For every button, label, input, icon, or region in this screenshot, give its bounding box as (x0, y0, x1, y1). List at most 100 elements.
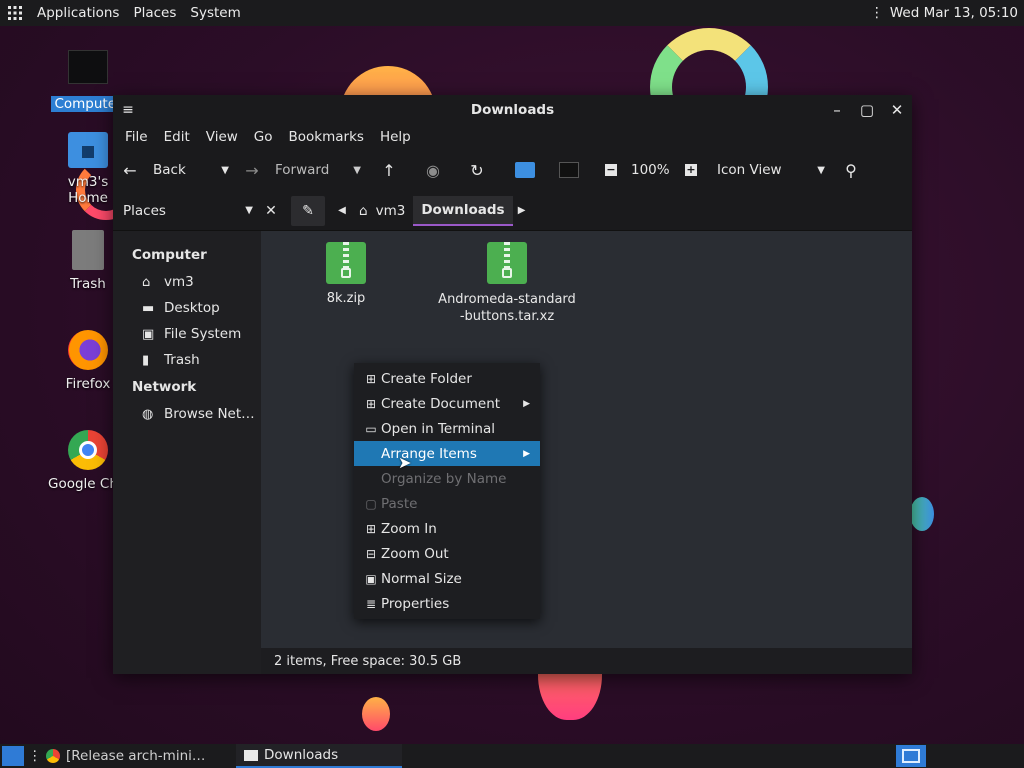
taskbar: ⋮ [Release arch-mini… Downloads (0, 744, 1024, 768)
places-menu[interactable]: Places (126, 0, 183, 26)
back-label: Back (153, 162, 186, 178)
task-label: [Release arch-mini… (66, 748, 206, 764)
app-grid-icon[interactable] (0, 0, 30, 26)
menu-item-create-document[interactable]: ⊞ Create Document ▶ (354, 391, 540, 416)
file-item[interactable]: 8k.zip (306, 242, 386, 306)
task-label: Downloads (264, 747, 339, 763)
chevron-down-icon: ▼ (817, 164, 825, 176)
menu-item-label: Zoom Out (381, 545, 449, 562)
crumb-label: Downloads (421, 201, 505, 218)
zip-archive-icon (487, 242, 527, 284)
crumb-downloads[interactable]: Downloads (413, 195, 513, 226)
menu-item-open-terminal[interactable]: ▭ Open in Terminal (354, 416, 540, 441)
menu-item-label: Create Folder (381, 370, 472, 387)
menu-help[interactable]: Help (372, 129, 419, 145)
firefox-icon (68, 330, 108, 370)
sidebar-item-browse-network[interactable]: ◍ Browse Net… (113, 401, 261, 427)
zoom-in-button[interactable]: + (671, 154, 711, 186)
edit-location-button[interactable]: ✎ (291, 195, 325, 226)
show-desktop-button[interactable] (2, 746, 24, 766)
home-folder-icon (68, 132, 108, 168)
task-chrome[interactable]: [Release arch-mini… (38, 744, 236, 768)
sidebar-heading-computer: Computer (132, 247, 207, 263)
menu-view[interactable]: View (198, 129, 246, 145)
menu-item-zoom-out[interactable]: ⊟ Zoom Out (354, 541, 540, 566)
menu-item-label: Create Document (381, 395, 501, 412)
sidebar-item-vm3[interactable]: ⌂ vm3 (113, 269, 261, 295)
crumb-left-icon[interactable]: ◀ (333, 205, 351, 216)
crumb-label: vm3 (375, 202, 406, 219)
chevron-down-icon: ▼ (245, 205, 253, 216)
home-icon: ⌂ (142, 274, 151, 290)
trash-icon (72, 230, 104, 270)
minimize-icon[interactable]: – (822, 101, 852, 119)
status-bar: 2 items, Free space: 30.5 GB (261, 648, 912, 674)
chrome-icon (68, 430, 108, 470)
folder-icon (244, 749, 258, 761)
taskbar-kebab-icon[interactable]: ⋮ (28, 748, 42, 764)
clock[interactable]: Wed Mar 13, 05:10 (890, 5, 1024, 21)
normal-size-icon: ▣ (365, 571, 377, 586)
properties-icon: ≣ (365, 596, 377, 611)
menu-item-label: Open in Terminal (381, 420, 495, 437)
zoom-in-icon: ⊞ (365, 521, 377, 536)
menu-go[interactable]: Go (246, 129, 281, 145)
system-menu[interactable]: System (183, 0, 247, 26)
sidebar-item-trash[interactable]: ▮ Trash (113, 347, 261, 373)
search-button[interactable]: ⚲ (831, 154, 871, 186)
sidebar-item-desktop[interactable]: ▬ Desktop (113, 295, 261, 321)
file-name: Andromeda-standard-buttons.tar.xz (438, 292, 576, 324)
menu-item-properties[interactable]: ≣ Properties (354, 591, 540, 616)
forward-arrow-icon: → (245, 160, 259, 180)
applications-menu[interactable]: Applications (30, 0, 126, 26)
crumb-right-icon[interactable]: ▶ (513, 205, 531, 216)
top-panel: Applications Places System ⋮ Wed Mar 13,… (0, 0, 1024, 26)
location-bar: Places ▼ ✕ ✎ ◀ ⌂ vm3 Downloads ▶ (113, 191, 912, 231)
stop-button[interactable]: ◉ (411, 154, 455, 186)
title-bar[interactable]: ≡ Downloads – ▢ ✕ (113, 95, 912, 125)
menu-item-label: Zoom In (381, 520, 437, 537)
computer-button[interactable] (547, 154, 591, 186)
close-icon[interactable]: ✕ (261, 203, 281, 219)
add-folder-icon: ⊞ (365, 371, 377, 386)
wallpaper-shape (910, 497, 934, 531)
menu-bar: File Edit View Go Bookmarks Help (113, 125, 912, 149)
menu-edit[interactable]: Edit (156, 129, 198, 145)
home-folder-icon (515, 162, 535, 178)
back-button[interactable]: ← Back ▼ (113, 154, 235, 186)
zoom-out-icon: ⊟ (365, 546, 377, 561)
close-icon[interactable]: ✕ (882, 101, 912, 119)
menu-item-zoom-in[interactable]: ⊞ Zoom In (354, 516, 540, 541)
menu-item-normal-size[interactable]: ▣ Normal Size (354, 566, 540, 591)
panel-kebab-icon[interactable]: ⋮ (864, 5, 890, 21)
zoom-out-button[interactable]: − (591, 154, 631, 186)
menu-item-arrange-items[interactable]: Arrange Items ▶ (354, 441, 540, 466)
side-pane-selector[interactable]: Places ▼ (113, 203, 261, 219)
workspace-switcher[interactable] (896, 745, 926, 767)
menu-item-label: Properties (381, 595, 450, 612)
up-button[interactable]: ↑ (367, 154, 411, 186)
chrome-icon (46, 749, 60, 763)
back-arrow-icon: ← (123, 160, 137, 180)
view-selector[interactable]: Icon View ▼ (711, 154, 831, 186)
terminal-icon: ▭ (365, 421, 377, 436)
crumb-home[interactable]: ⌂ vm3 (351, 196, 413, 226)
menu-bookmarks[interactable]: Bookmarks (281, 129, 372, 145)
search-icon: ⚲ (845, 160, 857, 180)
task-downloads[interactable]: Downloads (236, 744, 402, 768)
zoom-level: 100% (631, 162, 670, 178)
sidebar-item-label: Trash (164, 352, 200, 368)
sidebar-item-file-system[interactable]: ▣ File System (113, 321, 261, 347)
chevron-down-icon: ▼ (353, 164, 361, 176)
forward-button[interactable]: → Forward ▼ (235, 154, 367, 186)
menu-item-create-folder[interactable]: ⊞ Create Folder (354, 366, 540, 391)
maximize-icon[interactable]: ▢ (852, 101, 882, 119)
menu-file[interactable]: File (117, 129, 156, 145)
home-button[interactable] (503, 154, 547, 186)
file-item[interactable]: Andromeda-standard-buttons.tar.xz (437, 242, 577, 325)
file-name: 8k.zip (326, 291, 366, 306)
window-menu-icon[interactable]: ≡ (115, 102, 141, 118)
reload-button[interactable]: ↻ (455, 154, 499, 186)
drive-icon: ▣ (142, 326, 155, 342)
menu-item-label: Paste (381, 495, 418, 512)
